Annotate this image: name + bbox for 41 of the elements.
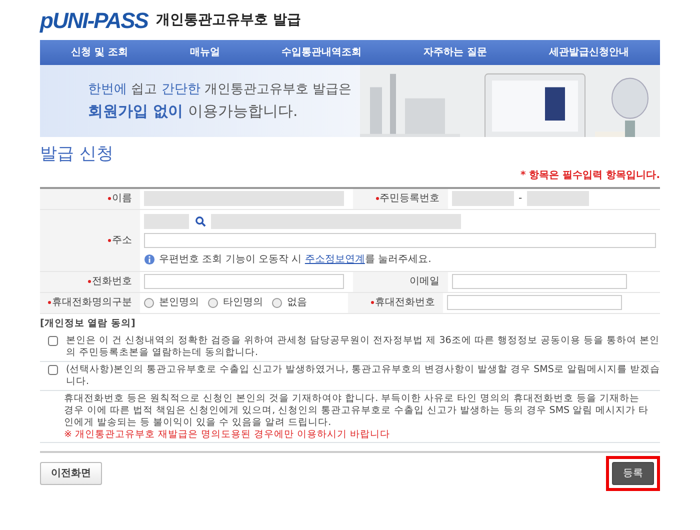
required-note: * 항목은 필수입력 항목입니다.	[520, 168, 660, 182]
warning-text: ※ 개인통관고유부호 재발급은 명의도용된 경우에만 이용하시기 바랍니다	[64, 428, 392, 440]
radio-button[interactable]	[272, 298, 282, 308]
nav-item[interactable]: 자주하는 질문	[420, 45, 492, 60]
field-label: 주민등록번호	[380, 192, 440, 206]
nav-item[interactable]: 세관발급신청안내	[545, 45, 634, 60]
radio-button[interactable]	[208, 298, 218, 308]
input-field[interactable]	[144, 232, 656, 248]
address-link[interactable]: 주소정보연계	[304, 254, 365, 264]
input-field[interactable]	[447, 295, 622, 310]
field-label: 전화번호	[92, 275, 132, 289]
nav-item[interactable]: 신청 및 조회	[66, 45, 132, 60]
field-label: 이름	[112, 192, 132, 206]
radio-label: 없음	[287, 296, 307, 310]
field-label: 주소	[112, 234, 132, 248]
field-label: 이메일	[410, 275, 440, 289]
info-icon	[144, 254, 155, 264]
radio-button[interactable]	[144, 298, 154, 308]
nav-item[interactable]: 수입통관내역조회	[278, 45, 366, 60]
checkbox[interactable]	[48, 365, 58, 376]
radio-label: 타인명의	[223, 296, 263, 310]
consent-text: 본인은 이 건 신청내역의 정확한 검증을 위하여 관세청 담당공무원이 전자정부법 제 36조에 따른 행정정보 공동이용 등을 통하여 본인의 주민등록초본을 열람하는데 동의합니다.	[66, 335, 660, 360]
input-field[interactable]	[452, 274, 626, 289]
checkbox[interactable]	[48, 336, 58, 346]
nav-item[interactable]: 매뉴얼	[186, 45, 224, 60]
input-field[interactable]	[144, 274, 344, 289]
consent-text: (선택사항)본인의 통관고유부호로 수출입 신고가 발생하였거나, 통관고유부호의 변경사항이 발생할 경우 SMS로 알림메시지를 받겠습니다.	[66, 364, 660, 388]
field-label: 휴대전화번호	[375, 296, 435, 310]
back-button[interactable]: 이전화면	[40, 462, 102, 486]
address-info-text: 우편번호 조회 기능이 오동작 시 주소정보연계를 눌러주세요.	[159, 252, 432, 266]
consent-heading: [개인정보 열람 동의]	[40, 318, 136, 330]
submit-button[interactable]: 등록	[612, 462, 654, 486]
radio-label: 본인명의	[159, 296, 199, 310]
field-label: 휴대전화명의구분	[52, 296, 132, 310]
notice-text: 휴대전화번호 등은 원칙적으로 신청인 본인의 것을 기재하여야 합니다. 부득이한 사유로 타인 명의의 휴대전화번호 등을 기재하는 경우 이에 따른 법적 책임은 신청인에게 있으며, 신청인의 통관고유부호로 수출입 신고가 발생하는 등의 경우 SMS 알림 메시지가 타인에게 발송되는 등 불이익이 있을 수 있음을 알려 드립니다.	[64, 392, 650, 428]
separator-text: -	[518, 192, 522, 206]
banner-headline: 한번에 쉽고 간단한 개인통관고유부호 발급은	[88, 81, 353, 99]
page-header-title: 개인통관고유부호 발급	[156, 10, 301, 30]
banner-headline: 회원가입 없이 이용가능합니다.	[88, 100, 299, 122]
page-title: 발급 신청	[40, 143, 114, 166]
logo: pUNI-PASS	[40, 6, 148, 35]
